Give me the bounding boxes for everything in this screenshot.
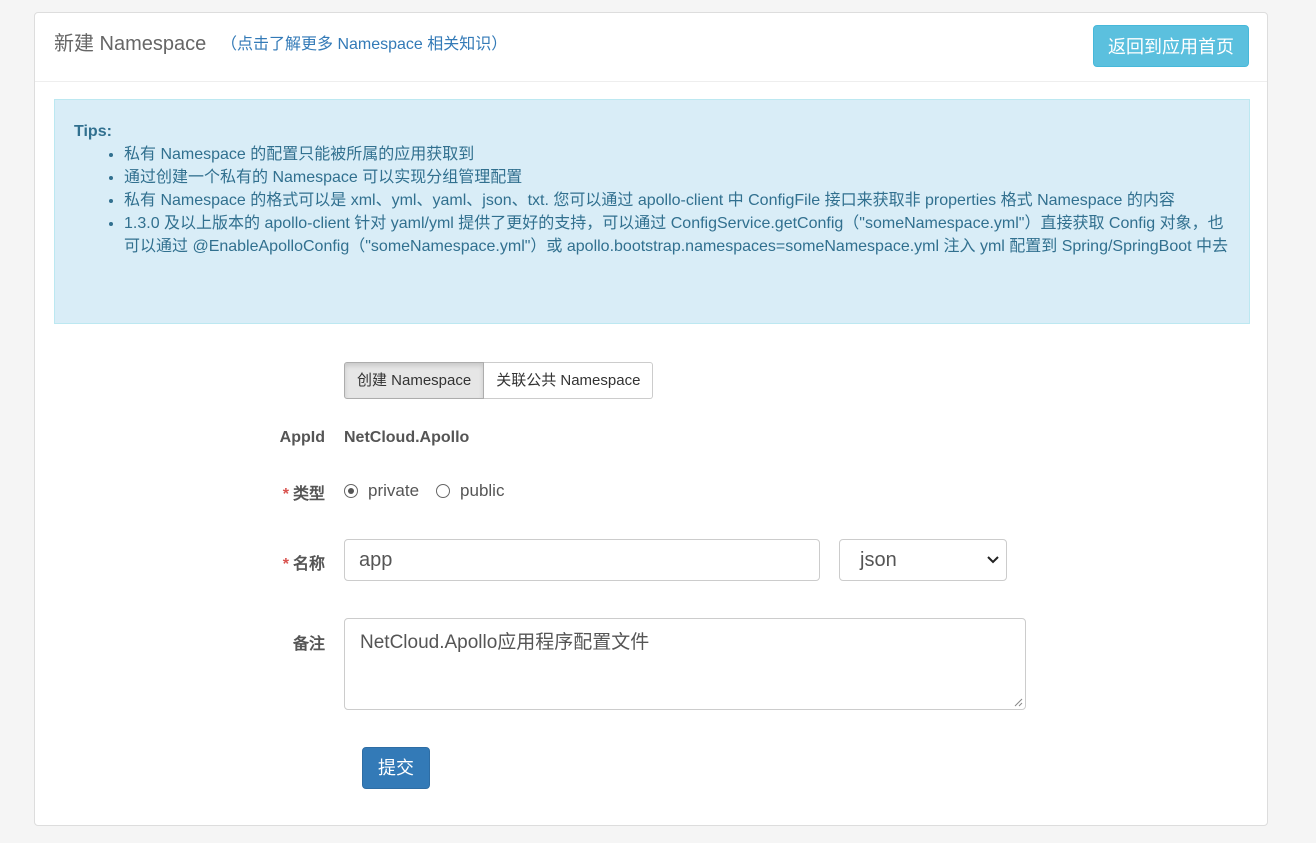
appid-label: AppId [279, 429, 325, 446]
submit-button[interactable]: 提交 [362, 747, 430, 789]
type-label: 类型 [292, 486, 325, 503]
tips-item: 通过创建一个私有的 Namespace 可以实现分组管理配置 [124, 166, 1229, 189]
private-radio-label: private [368, 481, 420, 500]
private-radio[interactable] [344, 484, 358, 498]
tips-title: Tips: [74, 123, 112, 140]
type-option-public[interactable]: public [436, 481, 504, 501]
tips-alert: Tips: 私有 Namespace 的配置只能被所属的应用获取到 通过创建一个… [54, 99, 1250, 324]
public-radio[interactable] [436, 484, 451, 498]
panel-header: 新建 Namespace （点击了解更多 Namespace 相关知识） 返回到… [35, 13, 1267, 82]
format-select[interactable]: json [839, 539, 1007, 581]
namespace-mode-toggle: 创建 Namespace 关联公共 Namespace [344, 362, 654, 399]
comment-textarea[interactable]: NetCloud.Apollo应用程序配置文件 [344, 618, 1026, 710]
back-to-app-button[interactable]: 返回到应用首页 [1093, 25, 1249, 67]
type-label-row: * 类型 [25, 480, 325, 504]
name-label: 名称 [292, 556, 325, 573]
create-namespace-tab[interactable]: 创建 Namespace [344, 362, 485, 399]
tips-item: 私有 Namespace 的格式可以是 xml、yml、yaml、json、tx… [124, 189, 1229, 212]
appid-value: NetCloud.Apollo [344, 429, 470, 446]
associate-public-namespace-tab[interactable]: 关联公共 Namespace [484, 362, 654, 399]
tips-item: 私有 Namespace 的配置只能被所属的应用获取到 [124, 143, 1229, 166]
type-radio-group: private public [344, 481, 521, 501]
format-select-value: json [860, 549, 897, 571]
page-title: 新建 Namespace [54, 33, 207, 55]
chevron-down-icon [986, 540, 1000, 595]
namespace-name-input[interactable]: app [344, 539, 820, 581]
type-option-private[interactable]: private [344, 481, 419, 501]
help-link[interactable]: （点击了解更多 Namespace 相关知识） [221, 30, 507, 54]
resize-handle-icon[interactable] [1013, 697, 1023, 707]
name-label-row: * 名称 [25, 550, 325, 574]
required-mark: * [282, 486, 289, 503]
required-mark: * [282, 556, 289, 573]
tips-item: 1.3.0 及以上版本的 apollo-client 针对 yaml/yml 提… [124, 212, 1229, 258]
comment-label: 备注 [292, 636, 325, 653]
public-radio-label: public [460, 481, 505, 500]
create-namespace-panel: 新建 Namespace （点击了解更多 Namespace 相关知识） 返回到… [34, 12, 1268, 826]
comment-text: NetCloud.Apollo应用程序配置文件 [360, 632, 650, 653]
tips-list: 私有 Namespace 的配置只能被所属的应用获取到 通过创建一个私有的 Na… [74, 143, 1229, 258]
